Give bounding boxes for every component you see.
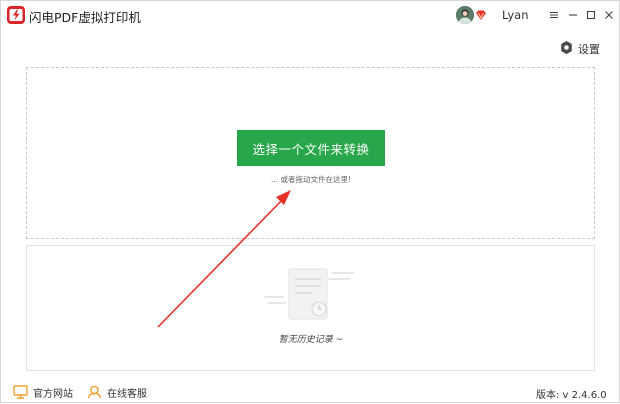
gear-icon (561, 40, 572, 55)
avatar[interactable] (456, 6, 474, 24)
username[interactable]: Lyan (502, 8, 529, 22)
vip-badge-icon[interactable] (475, 9, 487, 21)
monitor-icon (13, 385, 28, 399)
lightning-logo-icon (7, 6, 25, 24)
empty-history-text: 暂无历史记录 ~ (278, 335, 344, 345)
online-support-label: 在线客服 (107, 389, 147, 400)
menu-icon[interactable] (546, 7, 562, 23)
official-website-label: 官方网站 (33, 389, 73, 400)
empty-document-icon (264, 268, 354, 320)
minimize-icon[interactable] (565, 7, 581, 23)
title-bar: 闪电PDF虚拟打印机 Lyan (1, 1, 619, 29)
close-icon[interactable] (601, 7, 617, 23)
version-text: 版本: v 2.4.6.0 (536, 390, 607, 401)
settings-label: 设置 (578, 43, 600, 56)
maximize-icon[interactable] (583, 7, 599, 23)
app-title: 闪电PDF虚拟打印机 (29, 10, 141, 25)
select-file-button[interactable]: 选择一个文件来转换 (237, 130, 385, 166)
drag-hint-text: ... 或者拖动文件在这里! (270, 175, 352, 184)
app-window: 闪电PDF虚拟打印机 Lyan 设置 选择一个文件来转换 ... 或者拖动文件在… (0, 0, 620, 403)
headset-icon (87, 385, 102, 399)
